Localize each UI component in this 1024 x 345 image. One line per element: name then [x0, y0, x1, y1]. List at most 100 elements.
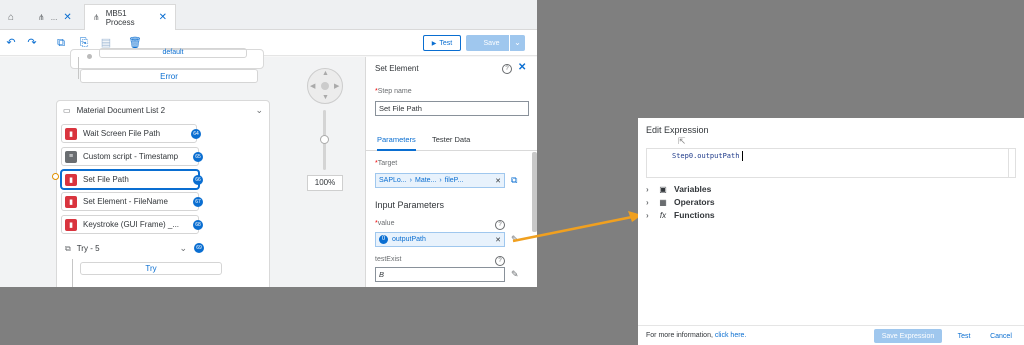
- target-token: SAPLo...: [379, 177, 407, 184]
- help-link[interactable]: click here.: [715, 332, 747, 339]
- clipboard-icon: ▮: [65, 127, 77, 140]
- help-icon[interactable]: ?: [502, 64, 512, 74]
- chevron-right-icon[interactable]: ›: [646, 185, 652, 194]
- play-icon: ▶: [431, 40, 437, 47]
- tab-bar: ⌂ ⋔ ... ✕ ⋔ MB51 Process ✕: [0, 0, 537, 30]
- error-branch[interactable]: Error: [80, 69, 258, 83]
- chevron-down-icon[interactable]: ⌄: [509, 35, 525, 51]
- close-icon[interactable]: ✕: [159, 12, 167, 23]
- try-icon: ⧉: [65, 243, 71, 253]
- value-token: outputPath: [392, 236, 426, 243]
- cancel-button[interactable]: Cancel: [984, 329, 1018, 343]
- group-header[interactable]: ▭ Material Document List 2: [63, 106, 165, 115]
- step-set-element[interactable]: ▮ Set Element - FileName 67: [61, 192, 203, 211]
- link-icon[interactable]: ⧉: [511, 175, 517, 186]
- testexist-label: testExist: [375, 256, 402, 263]
- calculator-icon: ▦: [659, 197, 667, 207]
- default-branch[interactable]: default: [99, 48, 247, 58]
- default-label: default: [162, 49, 184, 56]
- target-field[interactable]: SAPLo... › Mate... › fileP... ✕: [375, 173, 505, 188]
- chevron-down-icon[interactable]: ⌄: [179, 243, 187, 254]
- step-name-label: *Step name: [375, 88, 412, 95]
- test-button[interactable]: ▶ Test: [423, 35, 461, 51]
- arrow-down-icon[interactable]: ▼: [322, 94, 329, 101]
- step-badge: 64: [191, 129, 201, 139]
- arrow-right-icon[interactable]: ▶: [334, 82, 339, 90]
- save-label: Save: [483, 39, 500, 47]
- group-title: Material Document List 2: [76, 106, 166, 115]
- zoom-level: 100%: [307, 175, 343, 191]
- step-name-input[interactable]: Set File Path: [375, 101, 529, 116]
- arrow-left-icon[interactable]: ◀: [310, 82, 315, 90]
- chevron-right-icon[interactable]: ›: [646, 211, 652, 220]
- save-expression-button[interactable]: Save Expression: [874, 329, 942, 343]
- pan-center[interactable]: [321, 82, 329, 90]
- connector-line: [72, 259, 73, 287]
- paste-icon[interactable]: ⎘: [77, 36, 91, 50]
- tab-label: MB51 Process: [105, 8, 135, 27]
- help-icon[interactable]: ?: [495, 256, 505, 266]
- edit-expression-icon[interactable]: ✎: [511, 269, 519, 280]
- input-value: Set File Path: [379, 104, 422, 113]
- function-icon: fx: [659, 210, 667, 220]
- step-label: Keystroke (GUI Frame) _...: [83, 220, 180, 229]
- token-index: 0: [379, 235, 388, 244]
- redo-icon[interactable]: ↷: [25, 36, 39, 50]
- chevron-down-icon[interactable]: ⌄: [255, 105, 263, 116]
- testexist-input[interactable]: B: [375, 267, 505, 282]
- tab-tester-data[interactable]: Tester Data: [432, 135, 470, 144]
- tab-label: ...: [50, 12, 58, 22]
- tree-item-operators[interactable]: › ▦ Operators: [646, 197, 715, 207]
- expression-editor[interactable]: Step0.outputPath: [646, 148, 1016, 178]
- step-badge: 68: [193, 220, 203, 230]
- copy-icon[interactable]: ⧉: [54, 36, 68, 50]
- arrow-up-icon[interactable]: ▲: [322, 70, 329, 77]
- zoom-slider-handle[interactable]: [320, 135, 329, 144]
- try-header[interactable]: ⧉ Try - 5 ⌄ 69: [61, 239, 204, 258]
- app-window: ⌂ ⋔ ... ✕ ⋔ MB51 Process ✕ ↶ ↷ ⧉ ⎘ ▤ 🗑 ▶…: [0, 0, 537, 287]
- tab-parameters[interactable]: Parameters: [377, 135, 416, 151]
- editor-scrollbar[interactable]: [1008, 149, 1016, 178]
- label-text: value: [377, 220, 395, 227]
- close-icon[interactable]: ✕: [63, 12, 71, 23]
- try-title: Try - 5: [76, 244, 100, 253]
- pan-control[interactable]: ▲ ▼ ◀ ▶: [307, 68, 343, 104]
- help-icon[interactable]: ?: [495, 220, 505, 230]
- home-tab[interactable]: ⌂: [0, 4, 22, 30]
- test-button[interactable]: Test: [950, 329, 978, 343]
- script-icon: ≡: [65, 150, 77, 163]
- hierarchy-icon: ⋔: [93, 13, 100, 22]
- step-wait-screen[interactable]: ▮ Wait Screen File Path 64: [61, 124, 201, 143]
- tab-process-1[interactable]: ⋔ ... ✕: [30, 4, 80, 30]
- panel-title: Set Element: [375, 64, 419, 73]
- tree-item-variables[interactable]: › ▣ Variables: [646, 184, 711, 194]
- clear-icon[interactable]: ✕: [495, 236, 501, 244]
- branch-dot: [87, 54, 92, 59]
- step-label: Wait Screen File Path: [83, 129, 161, 138]
- value-field[interactable]: 0 outputPath ✕: [375, 232, 505, 247]
- close-icon[interactable]: ✕: [518, 62, 526, 73]
- step-badge: 65: [193, 152, 203, 162]
- try-label: Try: [145, 264, 157, 273]
- button-label: Save Expression: [881, 332, 935, 340]
- step-custom-script[interactable]: ≡ Custom script - Timestamp 65: [61, 147, 203, 166]
- step-keystroke[interactable]: ▮ Keystroke (GUI Frame) _... 68: [61, 215, 203, 234]
- try-branch[interactable]: Try: [80, 262, 222, 275]
- tab-mb51-process[interactable]: ⋔ MB51 Process ✕: [84, 4, 176, 30]
- info-text: For more information, click here.: [646, 332, 746, 339]
- tree-item-functions[interactable]: › fx Functions: [646, 210, 715, 220]
- button-label: Cancel: [990, 332, 1012, 340]
- list-icon: ▭: [63, 106, 71, 115]
- step-set-file-path[interactable]: ▮ Set File Path 66: [61, 170, 203, 189]
- save-button[interactable]: Save ⌄: [466, 35, 525, 51]
- undo-icon[interactable]: ↶: [4, 36, 18, 50]
- clipboard-icon: ▮: [65, 173, 77, 186]
- input-params-title: Input Parameters: [375, 200, 445, 210]
- drop-handle[interactable]: [52, 173, 59, 180]
- label-text: Target: [377, 160, 398, 167]
- chevron-right-icon[interactable]: ›: [646, 198, 652, 207]
- clear-icon[interactable]: ✕: [495, 177, 501, 185]
- arrow-line: [512, 215, 633, 243]
- tree-label: Operators: [674, 197, 715, 207]
- step-label: Set File Path: [83, 175, 129, 184]
